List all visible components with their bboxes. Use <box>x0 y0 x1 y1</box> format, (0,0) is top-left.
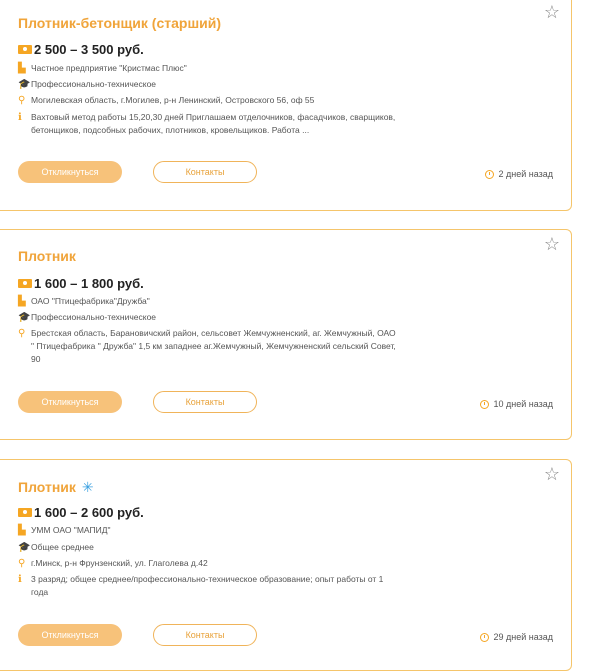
money-icon <box>18 44 32 54</box>
salary-row: 1 600 – 2 600 руб. <box>18 503 144 521</box>
address-row: ⚲ г.Минск, р-н Фрунзенский, ул. Глаголев… <box>18 557 418 570</box>
factory-icon: ▙ <box>18 63 26 74</box>
vacancy-title[interactable]: Плотник <box>18 248 76 264</box>
graduation-cap-icon: 🎓 <box>18 79 31 90</box>
money-icon <box>18 278 32 288</box>
posted-label: 29 дней назад <box>493 632 553 642</box>
contacts-button[interactable]: Контакты <box>153 624 257 646</box>
factory-icon: ▙ <box>18 525 26 536</box>
salary: 1 600 – 2 600 руб. <box>34 504 144 520</box>
vacancy-title-text[interactable]: Плотник <box>18 479 76 495</box>
star-icon[interactable]: ☆ <box>543 235 561 253</box>
posted-time: 2 дней назад <box>485 169 553 179</box>
education-row: 🎓 Профессионально-техническое <box>18 311 418 324</box>
education: Профессионально-техническое <box>31 312 157 322</box>
education: Профессионально-техническое <box>31 79 157 89</box>
location-pin-icon: ⚲ <box>18 558 26 569</box>
factory-icon: ▙ <box>18 296 26 307</box>
posted-time: 10 дней назад <box>480 399 553 409</box>
clock-icon <box>480 632 490 642</box>
contacts-button[interactable]: Контакты <box>153 161 257 183</box>
graduation-cap-icon: 🎓 <box>18 312 31 323</box>
vacancy-card[interactable]: ☆ Плотник ✳ 1 600 – 2 600 руб. ▙ УММ ОАО … <box>0 459 572 671</box>
contacts-button[interactable]: Контакты <box>153 391 257 413</box>
vacancy-title[interactable]: Плотник ✳ <box>18 479 94 496</box>
salary: 2 500 – 3 500 руб. <box>34 41 144 57</box>
education: Общее среднее <box>31 542 94 552</box>
company-name: Частное предприятие "Кристмас Плюс" <box>31 63 187 73</box>
location-pin-icon: ⚲ <box>18 95 26 106</box>
education-row: 🎓 Общее среднее <box>18 541 418 554</box>
address: г.Минск, р-н Фрунзенский, ул. Глаголева … <box>31 558 208 568</box>
salary: 1 600 – 1 800 руб. <box>34 275 144 291</box>
apply-button[interactable]: Откликнуться <box>18 624 122 646</box>
snowflake-icon: ✳ <box>81 479 94 495</box>
vacancy-card[interactable]: ☆ Плотник-бетонщик (старший) 2 500 – 3 5… <box>0 0 572 211</box>
address: Брестская область, Барановичский район, … <box>31 328 396 364</box>
apply-button[interactable]: Откликнуться <box>18 391 122 413</box>
location-pin-icon: ⚲ <box>18 328 26 339</box>
posted-time: 29 дней назад <box>480 632 553 642</box>
info-icon: ℹ <box>18 112 22 123</box>
description: Вахтовый метод работы 15,20,30 дней Приг… <box>31 112 396 135</box>
address-row: ⚲ Могилевская область, г.Могилев, р-н Ле… <box>18 94 418 107</box>
company-row: ▙ УММ ОАО "МАПИД" <box>18 524 418 537</box>
info-icon: ℹ <box>18 574 22 585</box>
address: Могилевская область, г.Могилев, р-н Лени… <box>31 95 315 105</box>
clock-icon <box>480 399 490 409</box>
graduation-cap-icon: 🎓 <box>18 542 31 553</box>
company-row: ▙ Частное предприятие "Кристмас Плюс" <box>18 62 418 75</box>
posted-label: 2 дней назад <box>498 169 553 179</box>
star-icon[interactable]: ☆ <box>543 3 561 21</box>
star-icon[interactable]: ☆ <box>543 465 561 483</box>
salary-row: 2 500 – 3 500 руб. <box>18 40 144 58</box>
salary-row: 1 600 – 1 800 руб. <box>18 274 144 292</box>
clock-icon <box>485 169 495 179</box>
vacancy-title[interactable]: Плотник-бетонщик (старший) <box>18 15 221 31</box>
posted-label: 10 дней назад <box>493 399 553 409</box>
description-row: ℹ 3 разряд; общее среднее/профессиональн… <box>18 573 393 599</box>
apply-button[interactable]: Откликнуться <box>18 161 122 183</box>
vacancy-card[interactable]: ☆ Плотник 1 600 – 1 800 руб. ▙ ОАО "Птиц… <box>0 229 572 440</box>
education-row: 🎓 Профессионально-техническое <box>18 78 418 91</box>
money-icon <box>18 507 32 517</box>
address-row: ⚲ Брестская область, Барановичский район… <box>18 327 398 366</box>
company-name: ОАО "Птицефабрика"Дружба" <box>31 296 150 306</box>
description: 3 разряд; общее среднее/профессионально-… <box>31 574 384 597</box>
company-row: ▙ ОАО "Птицефабрика"Дружба" <box>18 295 418 308</box>
company-name: УММ ОАО "МАПИД" <box>31 525 111 535</box>
description-row: ℹ Вахтовый метод работы 15,20,30 дней Пр… <box>18 111 418 137</box>
